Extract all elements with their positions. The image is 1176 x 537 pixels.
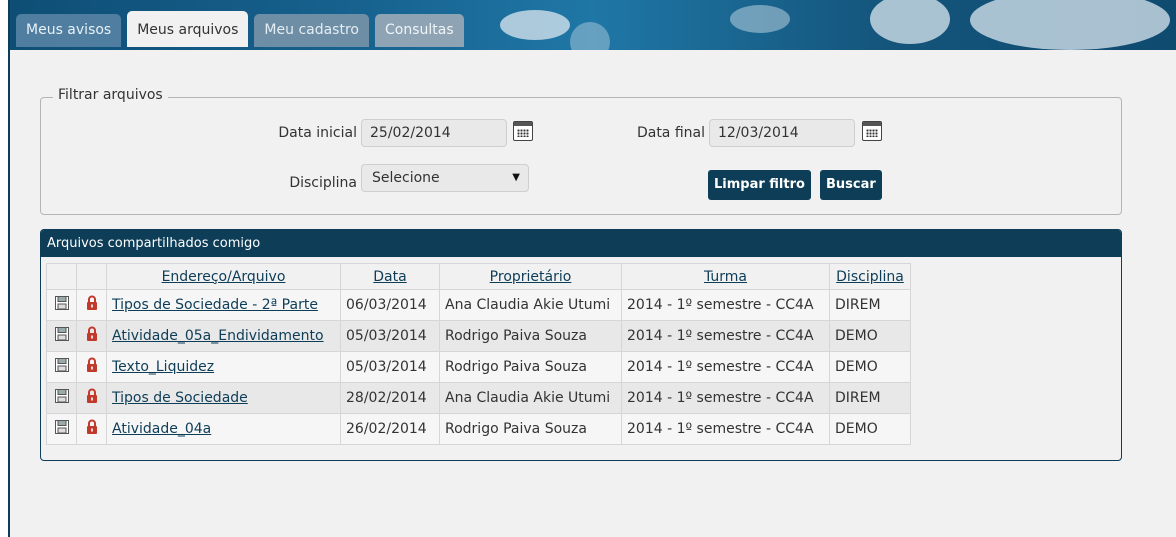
file-link[interactable]: Atividade_04a	[112, 421, 211, 437]
save-cell	[46, 413, 77, 445]
tab-consultas[interactable]: Consultas	[374, 14, 464, 47]
file-cell: Tipos de Sociedade - 2ª Parte	[106, 289, 341, 321]
lock-cell	[76, 320, 107, 352]
date-cell: 05/03/2014	[340, 351, 440, 383]
filter-legend: Filtrar arquivos	[53, 87, 168, 103]
file-link[interactable]: Tipos de Sociedade - 2ª Parte	[112, 297, 318, 313]
sort-owner-link[interactable]: Proprietário	[490, 269, 572, 285]
start-date-input[interactable]	[361, 119, 507, 147]
shared-files-title: Arquivos compartilhados comigo	[41, 230, 1121, 257]
lock-cell	[76, 289, 107, 321]
file-link[interactable]: Texto_Liquidez	[112, 359, 214, 375]
file-link[interactable]: Tipos de Sociedade	[112, 390, 248, 406]
table-header-row: Endereço/Arquivo Data Proprietário Turma…	[46, 263, 911, 290]
start-date-label: Data inicial	[278, 125, 357, 141]
header-banner: Meus avisos Meus arquivos Meu cadastro C…	[10, 0, 1176, 50]
table-row: Texto_Liquidez 05/03/2014 Rodrigo Paiva So…	[46, 351, 911, 383]
save-cell	[46, 351, 77, 383]
lock-cell	[76, 413, 107, 445]
sort-class-link[interactable]: Turma	[704, 269, 747, 285]
table-row: Atividade_05a_Endividamento 05/03/2014 Rod…	[46, 320, 911, 352]
date-cell: 06/03/2014	[340, 289, 440, 321]
sort-discipline-link[interactable]: Disciplina	[836, 269, 904, 285]
table-row: Tipos de Sociedade 28/02/2014 Ana Claudia …	[46, 382, 911, 414]
table-row: Atividade_04a 26/02/2014 Rodrigo Paiva Sou…	[46, 413, 911, 445]
class-cell: 2014 - 1º semestre - CC4A	[621, 382, 830, 414]
save-cell	[46, 382, 77, 414]
owner-cell: Ana Claudia Akie Utumi	[439, 289, 622, 321]
clear-filter-button[interactable]: Limpar filtro	[708, 170, 811, 200]
file-cell: Texto_Liquidez	[106, 351, 341, 383]
discipline-cell: DEMO	[829, 320, 911, 352]
discipline-cell: DIREM	[829, 382, 911, 414]
page: Meus avisos Meus arquivos Meu cadastro C…	[8, 0, 1176, 537]
padlock-icon	[86, 295, 98, 315]
tab-meu-cadastro[interactable]: Meu cadastro	[254, 14, 369, 47]
tab-meus-avisos[interactable]: Meus avisos	[16, 14, 122, 47]
end-date-label: Data final	[636, 125, 705, 141]
floppy-disk-icon[interactable]	[54, 420, 69, 438]
owner-cell: Ana Claudia Akie Utumi	[439, 382, 622, 414]
tab-meus-arquivos[interactable]: Meus arquivos	[127, 11, 249, 47]
table-row: Tipos de Sociedade - 2ª Parte 06/03/2014 A…	[46, 289, 911, 321]
discipline-label: Disciplina	[289, 175, 357, 191]
padlock-icon	[86, 326, 98, 346]
floppy-disk-icon[interactable]	[54, 296, 69, 314]
padlock-icon	[86, 357, 98, 377]
save-cell	[46, 320, 77, 352]
discipline-selected-value: Selecione	[372, 170, 440, 186]
discipline-cell: DEMO	[829, 351, 911, 383]
class-cell: 2014 - 1º semestre - CC4A	[621, 413, 830, 445]
file-cell: Atividade_05a_Endividamento	[106, 320, 341, 352]
file-cell: Tipos de Sociedade	[106, 382, 341, 414]
class-cell: 2014 - 1º semestre - CC4A	[621, 320, 830, 352]
save-cell	[46, 289, 77, 321]
shared-files-panel: Arquivos compartilhados comigo Endereço/…	[40, 229, 1122, 461]
padlock-icon	[86, 419, 98, 439]
class-cell: 2014 - 1º semestre - CC4A	[621, 289, 830, 321]
header-blank	[46, 263, 77, 290]
floppy-disk-icon[interactable]	[54, 358, 69, 376]
filter-panel: Filtrar arquivos Data inicial Data final…	[40, 87, 1122, 215]
dropdown-arrow-icon: ▼	[512, 172, 520, 183]
start-calendar-icon[interactable]	[513, 121, 533, 141]
search-button[interactable]: Buscar	[820, 170, 882, 200]
end-calendar-icon[interactable]	[862, 121, 882, 141]
lock-cell	[76, 382, 107, 414]
sort-file-link[interactable]: Endereço/Arquivo	[162, 269, 286, 285]
floppy-disk-icon[interactable]	[54, 327, 69, 345]
floppy-disk-icon[interactable]	[54, 389, 69, 407]
tab-bar: Meus avisos Meus arquivos Meu cadastro C…	[16, 11, 464, 47]
lock-cell	[76, 351, 107, 383]
discipline-select[interactable]: Selecione ▼	[361, 164, 529, 192]
file-cell: Atividade_04a	[106, 413, 341, 445]
owner-cell: Rodrigo Paiva Souza	[439, 413, 622, 445]
date-cell: 26/02/2014	[340, 413, 440, 445]
class-cell: 2014 - 1º semestre - CC4A	[621, 351, 830, 383]
date-cell: 28/02/2014	[340, 382, 440, 414]
date-cell: 05/03/2014	[340, 320, 440, 352]
padlock-icon	[86, 388, 98, 408]
files-table: Endereço/Arquivo Data Proprietário Turma…	[46, 263, 911, 445]
discipline-cell: DEMO	[829, 413, 911, 445]
header-blank	[76, 263, 107, 290]
owner-cell: Rodrigo Paiva Souza	[439, 351, 622, 383]
file-link[interactable]: Atividade_05a_Endividamento	[112, 328, 324, 344]
end-date-input[interactable]	[709, 119, 855, 147]
discipline-cell: DIREM	[829, 289, 911, 321]
owner-cell: Rodrigo Paiva Souza	[439, 320, 622, 352]
sort-date-link[interactable]: Data	[373, 269, 406, 285]
